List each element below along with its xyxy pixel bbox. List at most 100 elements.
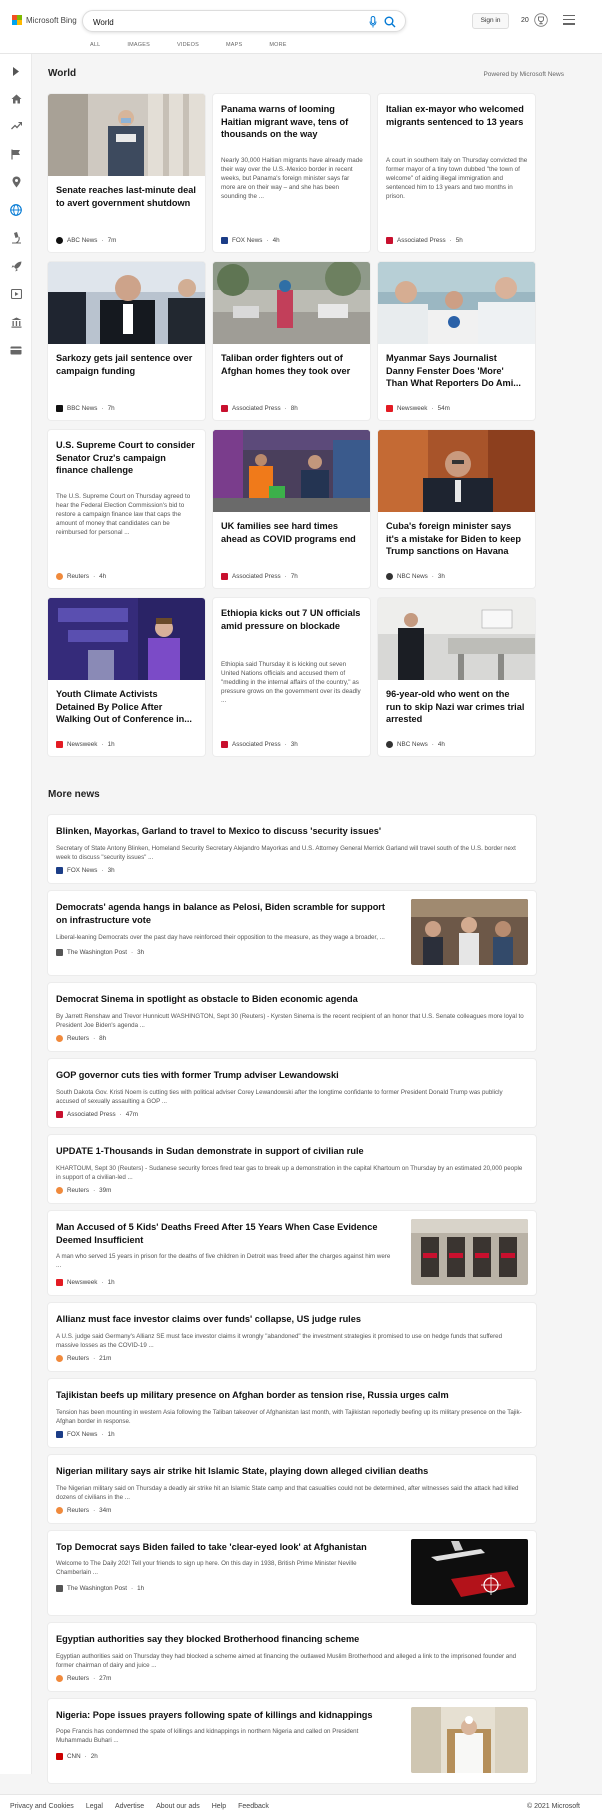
time-ago: 1h	[107, 1431, 115, 1438]
us-flag-icon[interactable]	[9, 147, 23, 161]
news-list-item[interactable]: Man Accused of 5 Kids' Deaths Freed Afte…	[48, 1211, 536, 1295]
washington-post-logo-icon	[56, 949, 63, 956]
news-list-item[interactable]: Democrats' agenda hangs in balance as Pe…	[48, 891, 536, 975]
item-title[interactable]: UPDATE 1-Thousands in Sudan demonstrate …	[56, 1145, 526, 1158]
world-globe-icon[interactable]	[9, 203, 23, 217]
footer-link-advertise[interactable]: Advertise	[115, 1803, 144, 1810]
time-ago: 7m	[107, 237, 117, 244]
search-icon[interactable]	[384, 16, 396, 28]
science-microscope-icon[interactable]	[9, 231, 23, 245]
card-title[interactable]: Panama warns of looming Haitian migrant …	[221, 103, 361, 141]
money-card-icon[interactable]	[9, 343, 23, 357]
news-card[interactable]: Senate reaches last-minute deal to avert…	[48, 94, 205, 252]
news-list-item[interactable]: Blinken, Mayorkas, Garland to travel to …	[48, 815, 536, 883]
card-source: Newsweek · 1h	[56, 741, 115, 748]
item-title[interactable]: Democrat Sinema in spotlight as obstacle…	[56, 993, 526, 1006]
scope-videos[interactable]: VIDEOS	[177, 42, 199, 48]
scope-images[interactable]: IMAGES	[127, 42, 150, 48]
politics-building-icon[interactable]	[9, 315, 23, 329]
expand-sidebar-icon[interactable]	[9, 64, 23, 78]
time-ago: 4h	[272, 237, 280, 244]
rocket-icon[interactable]	[9, 259, 23, 273]
item-title[interactable]: Blinken, Mayorkas, Garland to travel to …	[56, 825, 526, 838]
footer-link-help[interactable]: Help	[212, 1803, 226, 1810]
item-title[interactable]: Top Democrat says Biden failed to take '…	[56, 1541, 396, 1554]
news-card[interactable]: Italian ex-mayor who welcomed migrants s…	[378, 94, 535, 252]
item-thumbnail	[411, 1707, 528, 1773]
fox-news-logo-icon	[221, 237, 228, 244]
news-list-item[interactable]: Nigeria: Pope issues prayers following s…	[48, 1699, 536, 1783]
nbc-news-logo-icon	[386, 741, 393, 748]
bing-logo[interactable]: Microsoft Bing	[12, 15, 77, 25]
item-title[interactable]: Allianz must face investor claims over f…	[56, 1313, 526, 1326]
card-title[interactable]: Taliban order fighters out of Afghan hom…	[221, 352, 361, 377]
news-list-item[interactable]: UPDATE 1-Thousands in Sudan demonstrate …	[48, 1135, 536, 1203]
news-list-item[interactable]: Democrat Sinema in spotlight as obstacle…	[48, 983, 536, 1051]
item-title[interactable]: Tajikistan beefs up military presence on…	[56, 1389, 526, 1402]
news-card[interactable]: U.S. Supreme Court to consider Senator C…	[48, 430, 205, 588]
time-ago: 3h	[107, 867, 115, 874]
card-title[interactable]: UK families see hard times ahead as COVI…	[221, 520, 361, 545]
item-title[interactable]: Nigerian military says air strike hit Is…	[56, 1465, 526, 1478]
source-name: Reuters	[67, 1355, 90, 1362]
news-card[interactable]: UK families see hard times ahead as COVI…	[213, 430, 370, 588]
microphone-icon[interactable]	[369, 16, 377, 28]
card-title[interactable]: Ethiopia kicks out 7 UN officials amid p…	[221, 607, 361, 632]
news-card[interactable]: Taliban order fighters out of Afghan hom…	[213, 262, 370, 420]
scope-maps[interactable]: MAPS	[226, 42, 242, 48]
card-image	[378, 598, 535, 680]
item-title[interactable]: GOP governor cuts ties with former Trump…	[56, 1069, 526, 1082]
home-icon[interactable]	[9, 92, 23, 106]
card-title[interactable]: Myanmar Says Journalist Danny Fenster Do…	[386, 352, 526, 390]
item-title[interactable]: Democrats' agenda hangs in balance as Pe…	[56, 901, 396, 927]
news-card[interactable]: Youth Climate Activists Detained By Poli…	[48, 598, 205, 756]
entertainment-icon[interactable]	[9, 287, 23, 301]
menu-icon[interactable]	[563, 15, 575, 25]
time-ago: 54m	[437, 405, 450, 412]
item-title[interactable]: Nigeria: Pope issues prayers following s…	[56, 1709, 396, 1722]
search-input[interactable]	[93, 15, 353, 29]
news-list-item[interactable]: GOP governor cuts ties with former Trump…	[48, 1059, 536, 1127]
card-title[interactable]: Sarkozy gets jail sentence over campaign…	[56, 352, 196, 377]
source-name: Reuters	[67, 1675, 90, 1682]
item-thumbnail	[411, 899, 528, 965]
card-title[interactable]: Senate reaches last-minute deal to avert…	[56, 184, 196, 209]
scope-more[interactable]: MORE	[269, 42, 286, 48]
card-title[interactable]: Youth Climate Activists Detained By Poli…	[56, 688, 196, 726]
scope-all[interactable]: ALL	[90, 42, 100, 48]
source-name: Newsweek	[67, 1279, 98, 1286]
news-list-item[interactable]: Top Democrat says Biden failed to take '…	[48, 1531, 536, 1615]
news-card[interactable]: Myanmar Says Journalist Danny Fenster Do…	[378, 262, 535, 420]
rewards-points[interactable]: 20	[521, 17, 529, 24]
footer-link-about-ads[interactable]: About our ads	[156, 1803, 200, 1810]
news-card[interactable]: Panama warns of looming Haitian migrant …	[213, 94, 370, 252]
source-name: Associated Press	[232, 405, 281, 412]
item-title[interactable]: Man Accused of 5 Kids' Deaths Freed Afte…	[56, 1221, 386, 1247]
bbc-news-logo-icon	[56, 405, 63, 412]
footer-link-privacy[interactable]: Privacy and Cookies	[10, 1803, 74, 1810]
card-title[interactable]: Italian ex-mayor who welcomed migrants s…	[386, 103, 526, 128]
rewards-trophy-icon[interactable]	[534, 12, 548, 28]
news-card[interactable]: 96-year-old who went on the run to skip …	[378, 598, 535, 756]
cnn-logo-icon	[56, 1753, 63, 1760]
source-name: BBC News	[67, 405, 98, 412]
card-title[interactable]: 96-year-old who went on the run to skip …	[386, 688, 526, 726]
card-image	[213, 262, 370, 344]
news-list-item[interactable]: Allianz must face investor claims over f…	[48, 1303, 536, 1371]
sign-in-button[interactable]: Sign in	[472, 13, 509, 29]
time-ago: 7h	[107, 405, 115, 412]
card-title[interactable]: U.S. Supreme Court to consider Senator C…	[56, 439, 196, 477]
news-card[interactable]: Sarkozy gets jail sentence over campaign…	[48, 262, 205, 420]
news-list-item[interactable]: Tajikistan beefs up military presence on…	[48, 1379, 536, 1447]
news-card[interactable]: Ethiopia kicks out 7 UN officials amid p…	[213, 598, 370, 756]
news-list-item[interactable]: Nigerian military says air strike hit Is…	[48, 1455, 536, 1523]
card-title[interactable]: Cuba's foreign minister says it's a mist…	[386, 520, 526, 558]
location-pin-icon[interactable]	[9, 175, 23, 189]
microsoft-logo-icon	[12, 15, 22, 25]
news-card[interactable]: Cuba's foreign minister says it's a mist…	[378, 430, 535, 588]
trending-icon[interactable]	[9, 119, 23, 133]
item-title[interactable]: Egyptian authorities say they blocked Br…	[56, 1633, 526, 1646]
news-list-item[interactable]: Egyptian authorities say they blocked Br…	[48, 1623, 536, 1691]
footer-link-feedback[interactable]: Feedback	[238, 1803, 269, 1810]
footer-link-legal[interactable]: Legal	[86, 1803, 103, 1810]
